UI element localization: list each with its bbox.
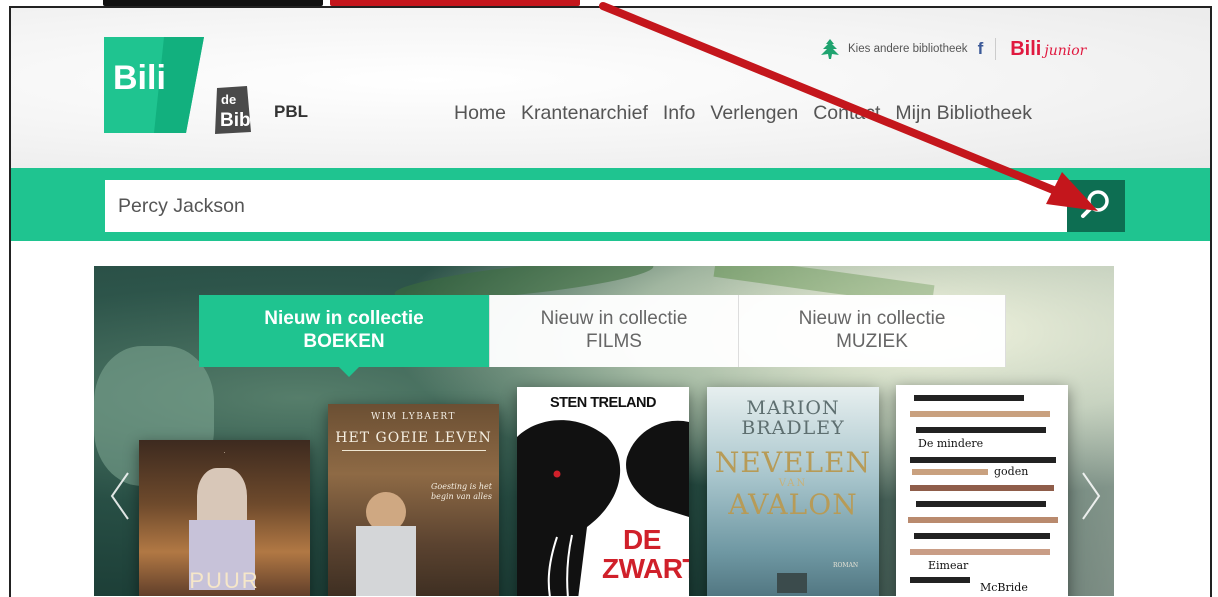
- tab-muziek-line1: Nieuw in collectie: [798, 308, 946, 330]
- tab-boeken[interactable]: Nieuw in collectie BOEKEN: [199, 295, 490, 377]
- book2-tagline: Goesting is het begin van alles: [431, 482, 492, 501]
- bili-junior-brand: Bili: [1010, 37, 1042, 60]
- book4-author-line1: MARION: [746, 397, 840, 419]
- book5-author-line1: Eimear: [926, 559, 971, 572]
- collection-tabs: Nieuw in collectie BOEKEN Nieuw in colle…: [199, 295, 1006, 377]
- nav-home[interactable]: Home: [454, 102, 506, 125]
- nav-info[interactable]: Info: [663, 102, 696, 125]
- bili-logo-text: Bili: [113, 59, 166, 97]
- book3-title: DE ZWARTE: [602, 524, 689, 585]
- tab-muziek[interactable]: Nieuw in collectie MUZIEK: [739, 295, 1006, 367]
- tab-films-line2: FILMS: [586, 331, 642, 352]
- book3-title-line2: ZWARTE: [602, 553, 689, 585]
- choose-library-link[interactable]: Kies andere bibliotheek: [848, 43, 968, 55]
- book4-author-line2: BRADLEY: [741, 416, 845, 439]
- new-collection-carousel: Nieuw in collectie BOEKEN Nieuw in colle…: [94, 266, 1114, 596]
- bili-junior-suffix: junior: [1044, 42, 1087, 59]
- redaction-bar: [914, 395, 1024, 401]
- main-nav: Home Krantenarchief Info Verlengen Conta…: [454, 102, 1047, 125]
- tab-muziek-line2: MUZIEK: [836, 331, 908, 352]
- nav-krantenarchief[interactable]: Krantenarchief: [521, 102, 648, 125]
- search-button[interactable]: [1067, 180, 1125, 232]
- cover-castle: [777, 573, 807, 593]
- redaction-bar: [910, 457, 1056, 463]
- book-cover-de-mindere-goden[interactable]: De mindere goden Eimear McBride: [896, 385, 1068, 596]
- chevron-left-icon: [108, 472, 132, 525]
- book-cover-het-goeie-leven[interactable]: WIM LYBAERT HET GOEIE LEVEN Goesting is …: [328, 404, 499, 596]
- book4-title: NEVELEN VAN AVALON: [707, 449, 879, 519]
- chevron-right-icon: [1079, 472, 1103, 525]
- tab-films-line1: Nieuw in collectie: [540, 308, 688, 330]
- book2-title: HET GOEIE LEVEN: [335, 430, 492, 446]
- cover-shirt: [356, 526, 416, 596]
- debib-logo[interactable]: de Bib: [213, 86, 269, 136]
- facebook-icon[interactable]: f: [978, 39, 984, 59]
- search-input[interactable]: [105, 180, 1067, 232]
- redaction-bar: [916, 427, 1046, 433]
- screenshot: Bili de Bib PBL Kies andere bibliotheek …: [0, 0, 1218, 597]
- tab-films[interactable]: Nieuw in collectie FILMS: [490, 295, 739, 367]
- svg-text:Bib: Bib: [220, 110, 251, 131]
- book5-title-line2: goden: [992, 465, 1031, 478]
- bili-logo[interactable]: Bili: [104, 37, 204, 133]
- redaction-bar: [910, 411, 1050, 417]
- divider: [995, 38, 997, 60]
- redaction-bar: [916, 501, 1046, 507]
- book4-title-line2: AVALON: [728, 488, 858, 521]
- book-cover-puur[interactable]: · PUUR: [139, 440, 310, 596]
- nav-verlengen[interactable]: Verlengen: [710, 102, 798, 125]
- book2-author: WIM LYBAERT: [370, 412, 457, 422]
- carousel-prev-button[interactable]: [108, 471, 132, 521]
- redaction-bar: [912, 469, 988, 475]
- book4-imprint: ROMAN: [833, 562, 859, 569]
- book1-title: PUUR: [189, 568, 260, 593]
- redaction-bar: [914, 533, 1050, 539]
- book5-title-line1: De mindere: [916, 437, 986, 450]
- redaction-bar: [910, 549, 1050, 555]
- title-rule: [342, 450, 486, 451]
- carousel-next-button[interactable]: [1079, 471, 1103, 521]
- tree-icon: [819, 38, 841, 60]
- book3-author: STEN TRELAND: [550, 395, 656, 411]
- book4-author: MARION BRADLEY: [707, 397, 879, 439]
- top-links: Kies andere bibliotheek f Bili junior: [819, 36, 1086, 62]
- bili-junior-link[interactable]: Bili junior: [1010, 38, 1086, 61]
- book3-title-line1: DE: [623, 524, 661, 555]
- redaction-bar: [910, 485, 1054, 491]
- tab-boeken-line2: BOEKEN: [303, 331, 385, 352]
- redaction-bar: [910, 577, 970, 583]
- book5-author-line2: McBride: [978, 581, 1030, 594]
- magnifier-icon: [1079, 187, 1113, 225]
- book-cover-de-zwarte[interactable]: STEN TRELAND DE ZWARTE: [517, 387, 689, 596]
- nav-contact[interactable]: Contact: [813, 102, 880, 125]
- book4-title-line1: NEVELEN: [714, 446, 872, 479]
- book-cover-nevelen-van-avalon[interactable]: MARION BRADLEY NEVELEN VAN AVALON ROMAN: [707, 387, 879, 596]
- tab-boeken-line1: Nieuw in collectie: [264, 308, 424, 330]
- search-band: [11, 168, 1210, 241]
- redaction-bar: [908, 517, 1058, 523]
- nav-mijn-bibliotheek[interactable]: Mijn Bibliotheek: [895, 102, 1032, 125]
- svg-text:de: de: [221, 92, 236, 107]
- library-code: PBL: [274, 102, 308, 121]
